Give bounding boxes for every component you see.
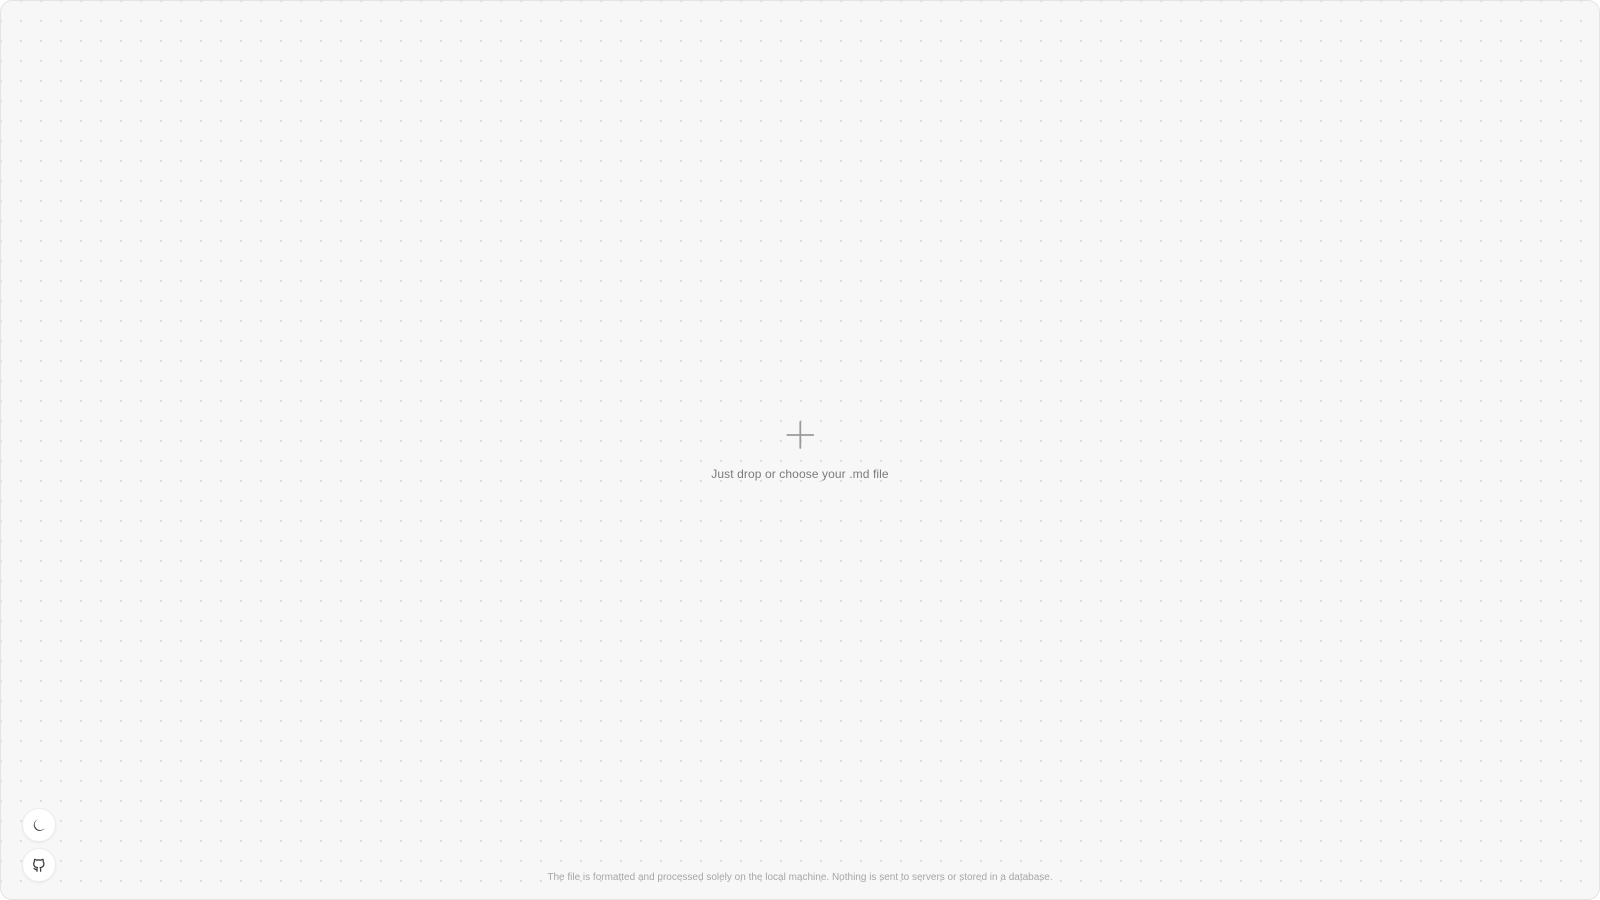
theme-toggle-button[interactable] [22, 808, 56, 842]
app-window: Just drop or choose your .md file The fi… [0, 0, 1600, 900]
github-icon [33, 858, 45, 872]
file-dropzone[interactable]: Just drop or choose your .md file [703, 421, 896, 481]
plus-icon [786, 421, 814, 449]
moon-icon [33, 819, 45, 831]
dropzone-label: Just drop or choose your .md file [711, 467, 889, 481]
privacy-footer-note: The file is formatted and processed sole… [547, 872, 1053, 883]
